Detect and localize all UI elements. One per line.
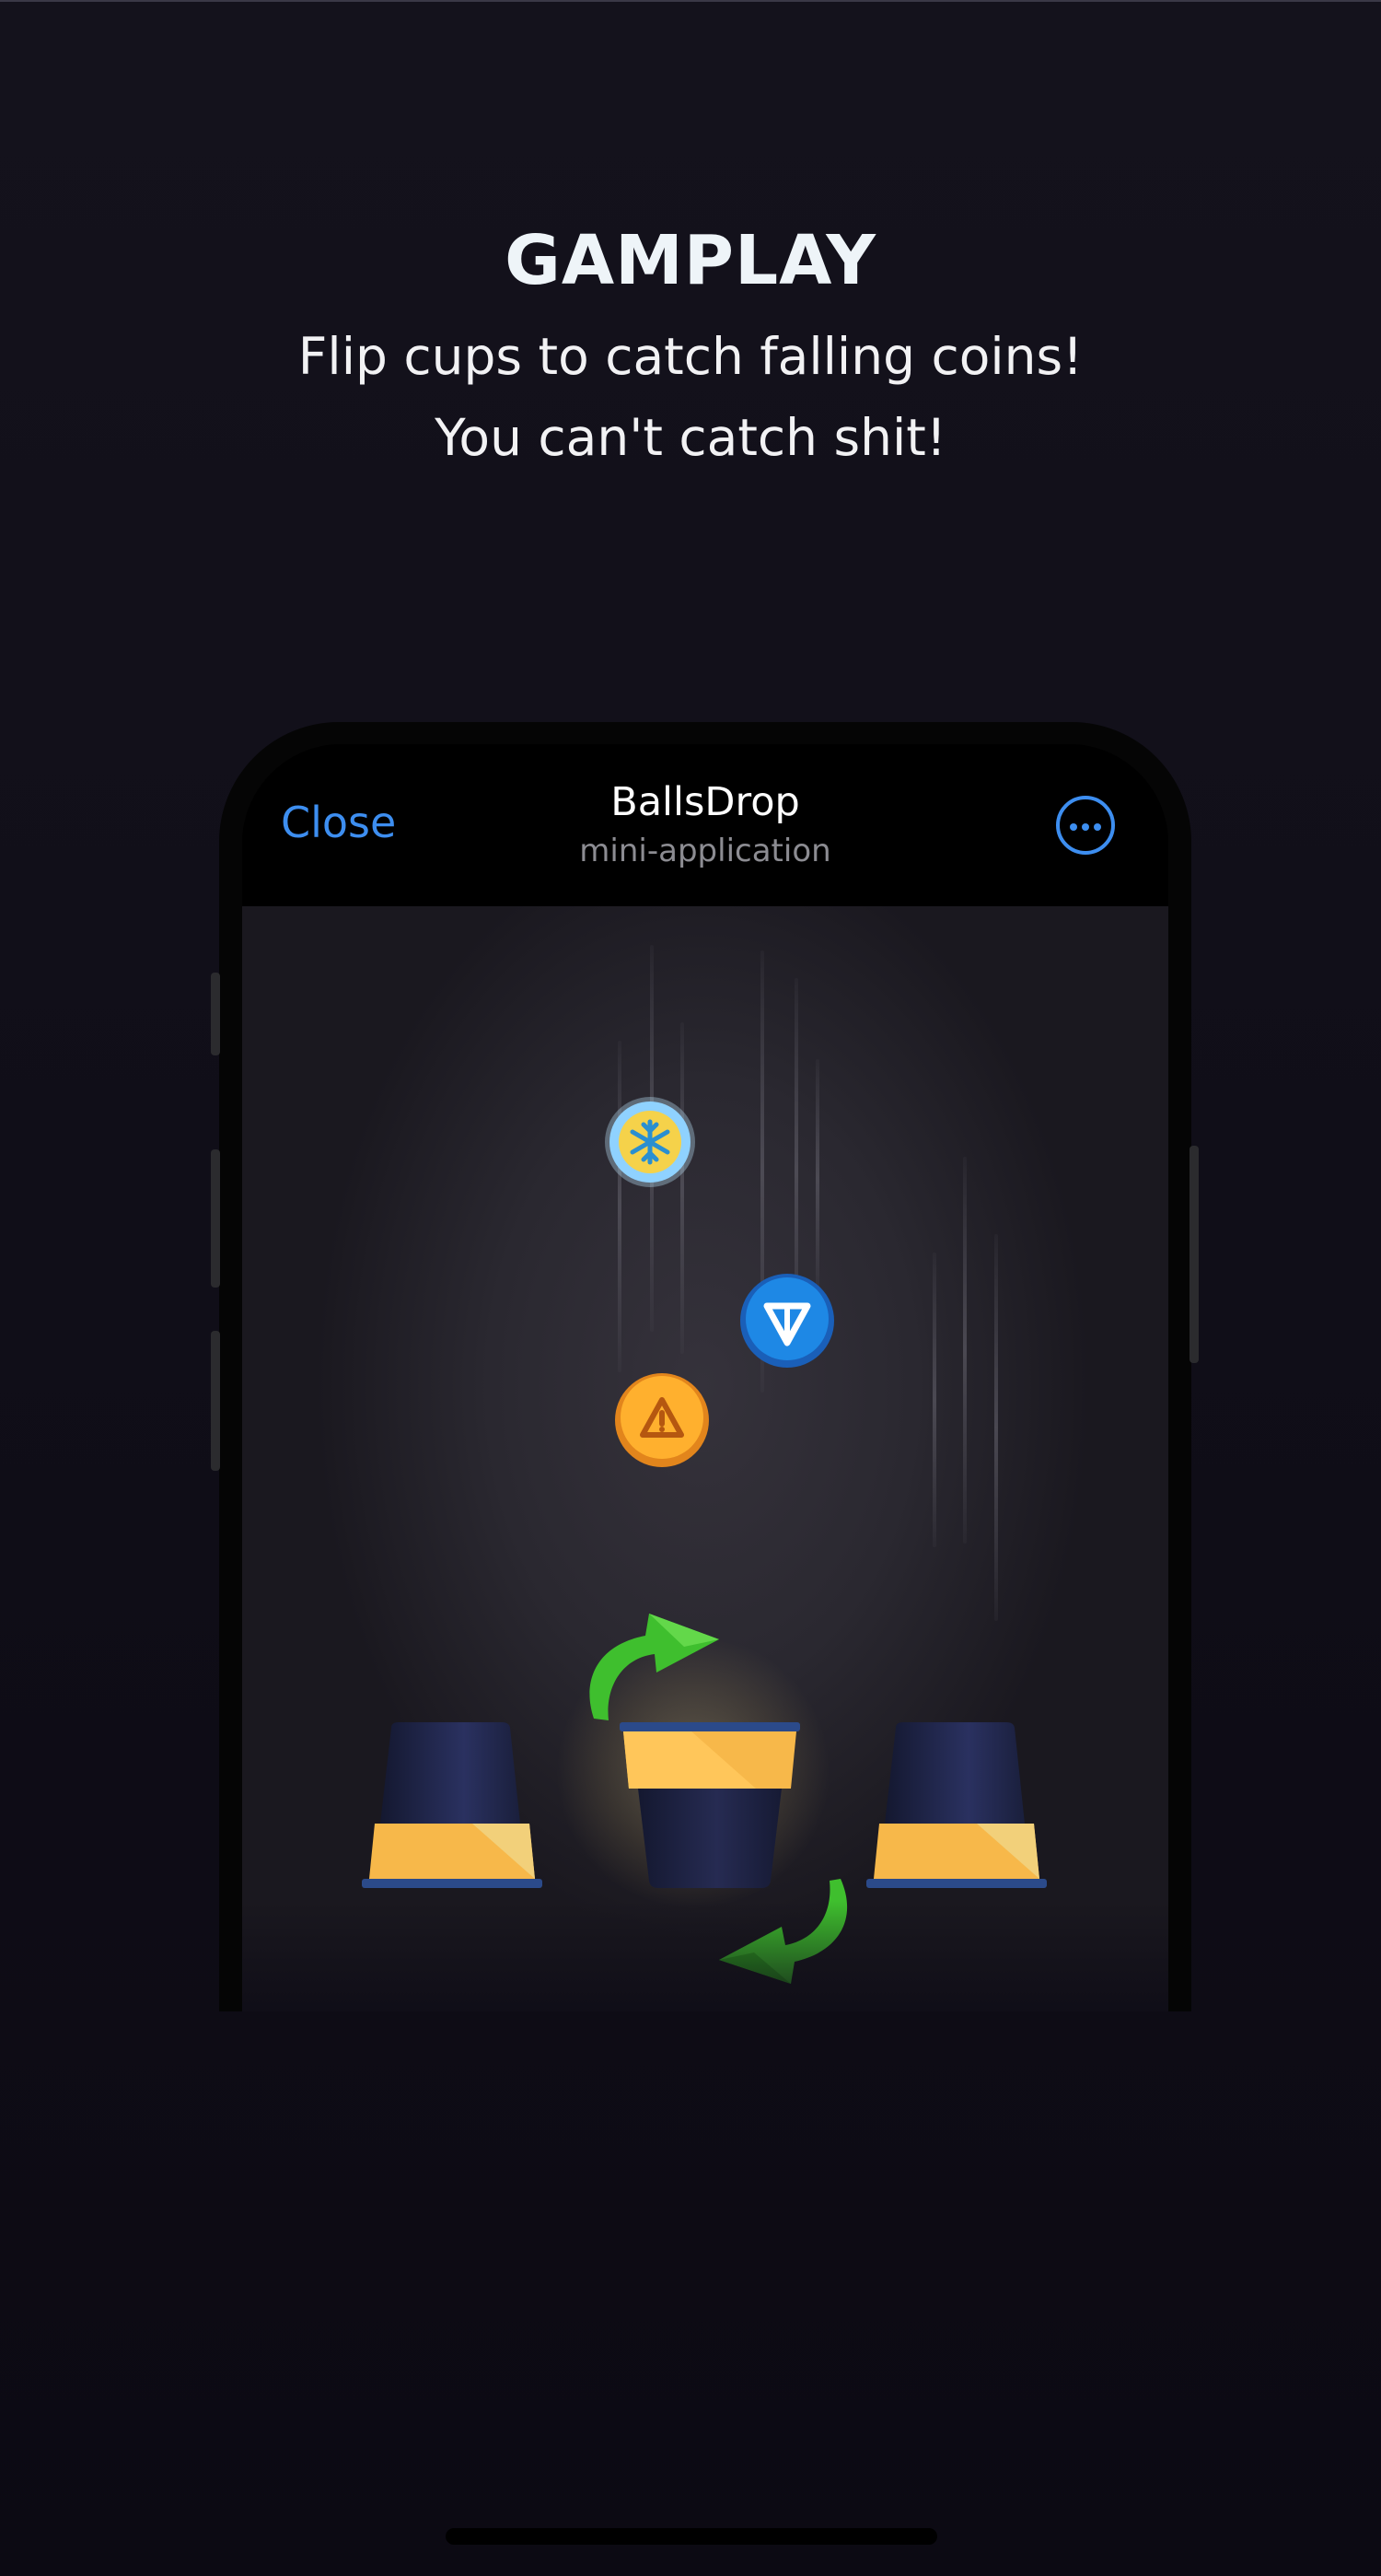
more-options-button[interactable] (1056, 796, 1115, 855)
ellipsis-dot (1070, 823, 1077, 831)
motion-streak (994, 1234, 998, 1621)
top-divider (0, 0, 1381, 2)
right-cup-inverted[interactable] (866, 1722, 1050, 1894)
motion-streak (680, 1022, 684, 1354)
warning-coin-icon[interactable] (614, 1372, 710, 1468)
ellipsis-dot (1082, 823, 1089, 831)
ton-coin-icon[interactable] (739, 1273, 835, 1369)
home-indicator (446, 2528, 937, 2545)
snowflake-coin-icon[interactable] (604, 1096, 696, 1188)
motion-streak (933, 1253, 936, 1547)
mini-app-header: Close BallsDrop mini-application (242, 744, 1168, 906)
phone-power-button (1190, 1146, 1199, 1363)
motion-streak (618, 1041, 621, 1372)
center-cup-upright[interactable] (618, 1722, 802, 1894)
game-area[interactable] (242, 906, 1168, 2011)
left-cup-inverted[interactable] (362, 1722, 546, 1894)
phone-volume-down (211, 1331, 220, 1471)
flip-arrow-top-icon (589, 1614, 719, 1720)
phone-screen: Close BallsDrop mini-application (242, 744, 1168, 2011)
app-subtitle: mini-application (579, 833, 831, 869)
motion-streak (963, 1157, 967, 1544)
promo-subtitle-line1: Flip cups to catch falling coins! (297, 327, 1084, 386)
motion-streak (816, 1059, 819, 1299)
app-title: BallsDrop (610, 779, 800, 825)
ellipsis-dot (1094, 823, 1101, 831)
promo-headline: GAMPLAY (505, 221, 876, 300)
game-bottom-fade (242, 1901, 1168, 2011)
phone-volume-up (211, 1149, 220, 1288)
promo-subtitle-line2: You can't catch shit! (435, 408, 946, 467)
phone-silent-switch (211, 973, 220, 1055)
